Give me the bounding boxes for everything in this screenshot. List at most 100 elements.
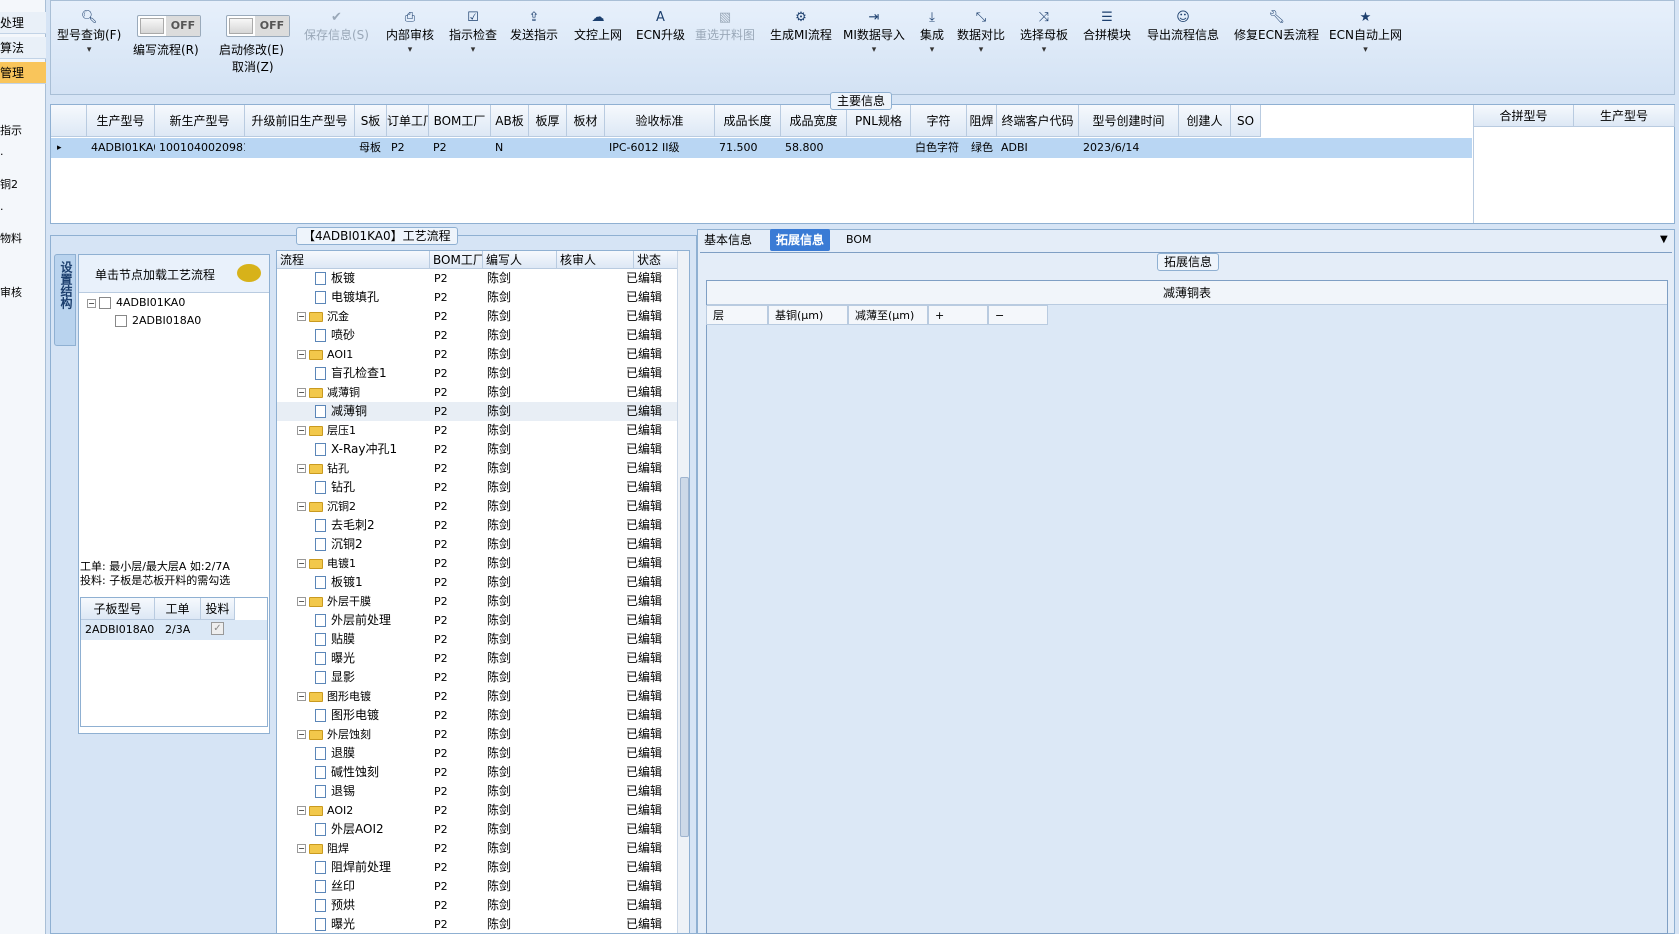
grid-header[interactable]: 升级前旧生产型号: [245, 105, 355, 137]
table-row[interactable]: − 钻孔 P2 陈剑 已编辑: [277, 459, 677, 478]
reselect-drawing-button[interactable]: ▧ 重选开料图: [695, 9, 755, 43]
table-row[interactable]: 碱性蚀刻 P2 陈剑 已编辑: [277, 763, 677, 782]
grid-header[interactable]: 新生产型号: [155, 105, 245, 137]
integrate-button[interactable]: ⤓ 集成 ▾: [920, 9, 944, 57]
tab-basic-info[interactable]: 基本信息: [698, 229, 758, 251]
ecn-upgrade-button[interactable]: A ECN升级: [636, 9, 685, 43]
collapse-icon[interactable]: −: [297, 502, 306, 511]
nav-text-review[interactable]: 审核: [0, 284, 22, 300]
add-row-button[interactable]: +: [928, 305, 988, 325]
table-row[interactable]: 退膜 P2 陈剑 已编辑: [277, 744, 677, 763]
collapse-icon[interactable]: −: [297, 730, 306, 739]
checkbox[interactable]: [99, 297, 111, 309]
table-row[interactable]: 喷砂 P2 陈剑 已编辑: [277, 326, 677, 345]
collapse-icon[interactable]: −: [297, 844, 306, 853]
table-row[interactable]: − 外层蚀刻 P2 陈剑 已编辑: [277, 725, 677, 744]
nav-text-copper2[interactable]: 铜2: [0, 176, 18, 192]
collapse-icon[interactable]: −: [87, 298, 96, 308]
table-row[interactable]: 板镀 P2 陈剑 已编辑: [277, 269, 677, 288]
grid-header[interactable]: 验收标准: [605, 105, 715, 137]
table-row[interactable]: 曝光 P2 陈剑 已编辑: [277, 915, 677, 933]
table-row[interactable]: 曝光 P2 陈剑 已编辑: [277, 649, 677, 668]
internal-review-button[interactable]: ⎙ 内部审核 ▾: [386, 9, 434, 57]
nav-item-algorithm[interactable]: 算法: [0, 37, 46, 59]
grid-header[interactable]: 终端客户代码: [997, 105, 1079, 137]
table-row[interactable]: − AOI1 P2 陈剑 已编辑: [277, 345, 677, 364]
table-row[interactable]: − 图形电镀 P2 陈剑 已编辑: [277, 687, 677, 706]
table-row[interactable]: 阻焊前处理 P2 陈剑 已编辑: [277, 858, 677, 877]
scrollbar-thumb[interactable]: [680, 477, 689, 837]
checkbox[interactable]: [115, 315, 127, 327]
structure-vertical-tab[interactable]: 设置结构: [54, 254, 76, 346]
collapse-icon[interactable]: −: [297, 388, 306, 397]
collapse-icon[interactable]: −: [297, 464, 306, 473]
send-instruction-button[interactable]: ⇪ 发送指示: [510, 9, 558, 43]
doc-control-upload-button[interactable]: ☁ 文控上网: [574, 9, 622, 43]
grid-header[interactable]: 创建人: [1179, 105, 1231, 137]
table-row[interactable]: − 沉铜2 P2 陈剑 已编辑: [277, 497, 677, 516]
table-row[interactable]: − 减薄铜 P2 陈剑 已编辑: [277, 383, 677, 402]
nav-text-material[interactable]: 物料: [0, 230, 22, 246]
nav-text-instruction[interactable]: 指示: [0, 122, 22, 138]
ecn-auto-upload-button[interactable]: ★ ECN自动上网 ▾: [1329, 9, 1402, 57]
tab-extended-info[interactable]: 拓展信息: [770, 229, 831, 251]
grid-header[interactable]: AB板: [491, 105, 529, 137]
table-row[interactable]: 2ADBI018A0 2/3A ✓: [81, 620, 267, 640]
cancel-label[interactable]: 取消(Z): [232, 59, 274, 75]
export-flow-button[interactable]: ☺ 导出流程信息: [1147, 9, 1219, 43]
nav-item-management[interactable]: 管理: [0, 62, 46, 84]
table-row[interactable]: 丝印 P2 陈剑 已编辑: [277, 877, 677, 896]
collapse-icon[interactable]: −: [297, 426, 306, 435]
table-row[interactable]: 盲孔检查1 P2 陈剑 已编辑: [277, 364, 677, 383]
table-row[interactable]: 退锡 P2 陈剑 已编辑: [277, 782, 677, 801]
table-row[interactable]: 外层AOI2 P2 陈剑 已编辑: [277, 820, 677, 839]
table-row[interactable]: 钻孔 P2 陈剑 已编辑: [277, 478, 677, 497]
select-mother-board-button[interactable]: ⤨ 选择母板 ▾: [1020, 9, 1068, 57]
fed-checkbox[interactable]: ✓: [211, 622, 224, 635]
chevron-down-icon[interactable]: ▼: [1660, 234, 1668, 245]
grid-header[interactable]: 板材: [567, 105, 605, 137]
type-query-button[interactable]: 🔍︎ 型号查询(F) ▾: [57, 9, 121, 57]
grid-header[interactable]: BOM工厂: [429, 105, 491, 137]
grid-header[interactable]: 板厚: [529, 105, 567, 137]
instruction-check-button[interactable]: ☑ 指示检查 ▾: [449, 9, 497, 57]
tree-node-child[interactable]: 2ADBI018A0: [115, 313, 201, 329]
grid-header[interactable]: 成品长度: [715, 105, 781, 137]
table-row[interactable]: 图形电镀 P2 陈剑 已编辑: [277, 706, 677, 725]
tab-bom[interactable]: BOM: [840, 229, 878, 251]
mi-import-button[interactable]: ⇥ MI数据导入 ▾: [843, 9, 905, 57]
table-row[interactable]: 板镀1 P2 陈剑 已编辑: [277, 573, 677, 592]
table-row[interactable]: 外层前处理 P2 陈剑 已编辑: [277, 611, 677, 630]
table-row[interactable]: − 阻焊 P2 陈剑 已编辑: [277, 839, 677, 858]
collapse-icon[interactable]: −: [297, 692, 306, 701]
collapse-icon[interactable]: −: [297, 806, 306, 815]
data-compare-button[interactable]: ⤡ 数据对比 ▾: [957, 9, 1005, 57]
table-row[interactable]: − 电镀1 P2 陈剑 已编辑: [277, 554, 677, 573]
table-row[interactable]: 贴膜 P2 陈剑 已编辑: [277, 630, 677, 649]
scrollbar[interactable]: [677, 251, 689, 933]
table-row[interactable]: 预烘 P2 陈剑 已编辑: [277, 896, 677, 915]
grid-header[interactable]: 生产型号: [87, 105, 155, 137]
start-modify-toggle[interactable]: OFF: [226, 15, 290, 37]
table-row[interactable]: 去毛刺2 P2 陈剑 已编辑: [277, 516, 677, 535]
generate-mi-button[interactable]: ⚙ 生成MI流程: [770, 9, 832, 43]
table-row[interactable]: 沉铜2 P2 陈剑 已编辑: [277, 535, 677, 554]
tree-node-root[interactable]: −4ADBI01KA0: [87, 295, 185, 311]
grid-header[interactable]: S板: [355, 105, 387, 137]
nav-item-process[interactable]: 处理: [0, 12, 46, 34]
grid-header[interactable]: 字符: [911, 105, 967, 137]
grid-header[interactable]: 订单工厂: [387, 105, 429, 137]
table-row[interactable]: − AOI2 P2 陈剑 已编辑: [277, 801, 677, 820]
grid-header[interactable]: SO: [1231, 105, 1261, 137]
merge-module-button[interactable]: ☰ 合拼模块: [1083, 9, 1131, 43]
collapse-icon[interactable]: −: [297, 559, 306, 568]
table-row[interactable]: 减薄铜 P2 陈剑 已编辑: [277, 402, 677, 421]
edit-flow-toggle[interactable]: OFF: [137, 15, 201, 37]
table-row[interactable]: − 层压1 P2 陈剑 已编辑: [277, 421, 677, 440]
table-row[interactable]: − 沉金 P2 陈剑 已编辑: [277, 307, 677, 326]
save-info-button[interactable]: ✔ 保存信息(S): [304, 9, 369, 43]
grid-header[interactable]: 型号创建时间: [1079, 105, 1179, 137]
table-row[interactable]: − 外层干膜 P2 陈剑 已编辑: [277, 592, 677, 611]
collapse-icon[interactable]: −: [297, 312, 306, 321]
collapse-icon[interactable]: −: [297, 597, 306, 606]
